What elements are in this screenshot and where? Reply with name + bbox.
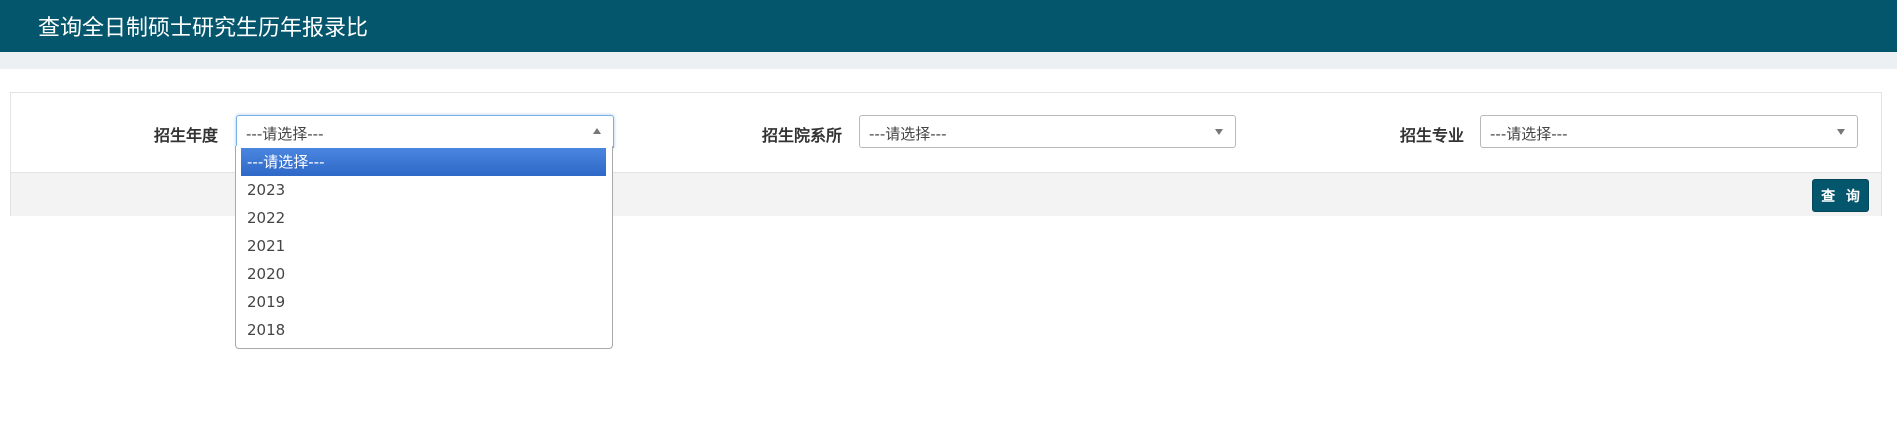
year-option-2021[interactable]: 2021 xyxy=(241,232,606,260)
year-dropdown-list: ---请选择--- 2023 2022 2021 2020 2019 2018 xyxy=(235,146,613,349)
year-option-2018[interactable]: 2018 xyxy=(241,316,606,344)
caret-down-icon xyxy=(1837,129,1845,135)
page-header: 查询全日制硕士研究生历年报录比 xyxy=(0,0,1897,52)
year-label: 招生年度 xyxy=(154,126,219,145)
year-option-2019[interactable]: 2019 xyxy=(241,288,606,316)
year-select[interactable]: ---请选择--- xyxy=(236,115,614,148)
year-option-2020[interactable]: 2020 xyxy=(241,260,606,288)
caret-up-icon xyxy=(593,128,601,134)
query-button[interactable]: 查 询 xyxy=(1812,179,1869,212)
year-select-value: ---请选择--- xyxy=(246,125,324,143)
department-select[interactable]: ---请选择--- xyxy=(859,115,1236,148)
major-label: 招生专业 xyxy=(1400,126,1465,145)
header-divider-strip xyxy=(0,52,1897,69)
year-option-2022[interactable]: 2022 xyxy=(241,204,606,232)
department-select-value: ---请选择--- xyxy=(869,125,947,143)
year-option-2023[interactable]: 2023 xyxy=(241,176,606,204)
major-select[interactable]: ---请选择--- xyxy=(1480,115,1858,148)
year-option-placeholder[interactable]: ---请选择--- xyxy=(241,148,606,176)
page-title: 查询全日制硕士研究生历年报录比 xyxy=(38,16,369,41)
department-label: 招生院系所 xyxy=(762,126,843,145)
major-select-value: ---请选择--- xyxy=(1490,125,1568,143)
caret-down-icon xyxy=(1215,129,1223,135)
